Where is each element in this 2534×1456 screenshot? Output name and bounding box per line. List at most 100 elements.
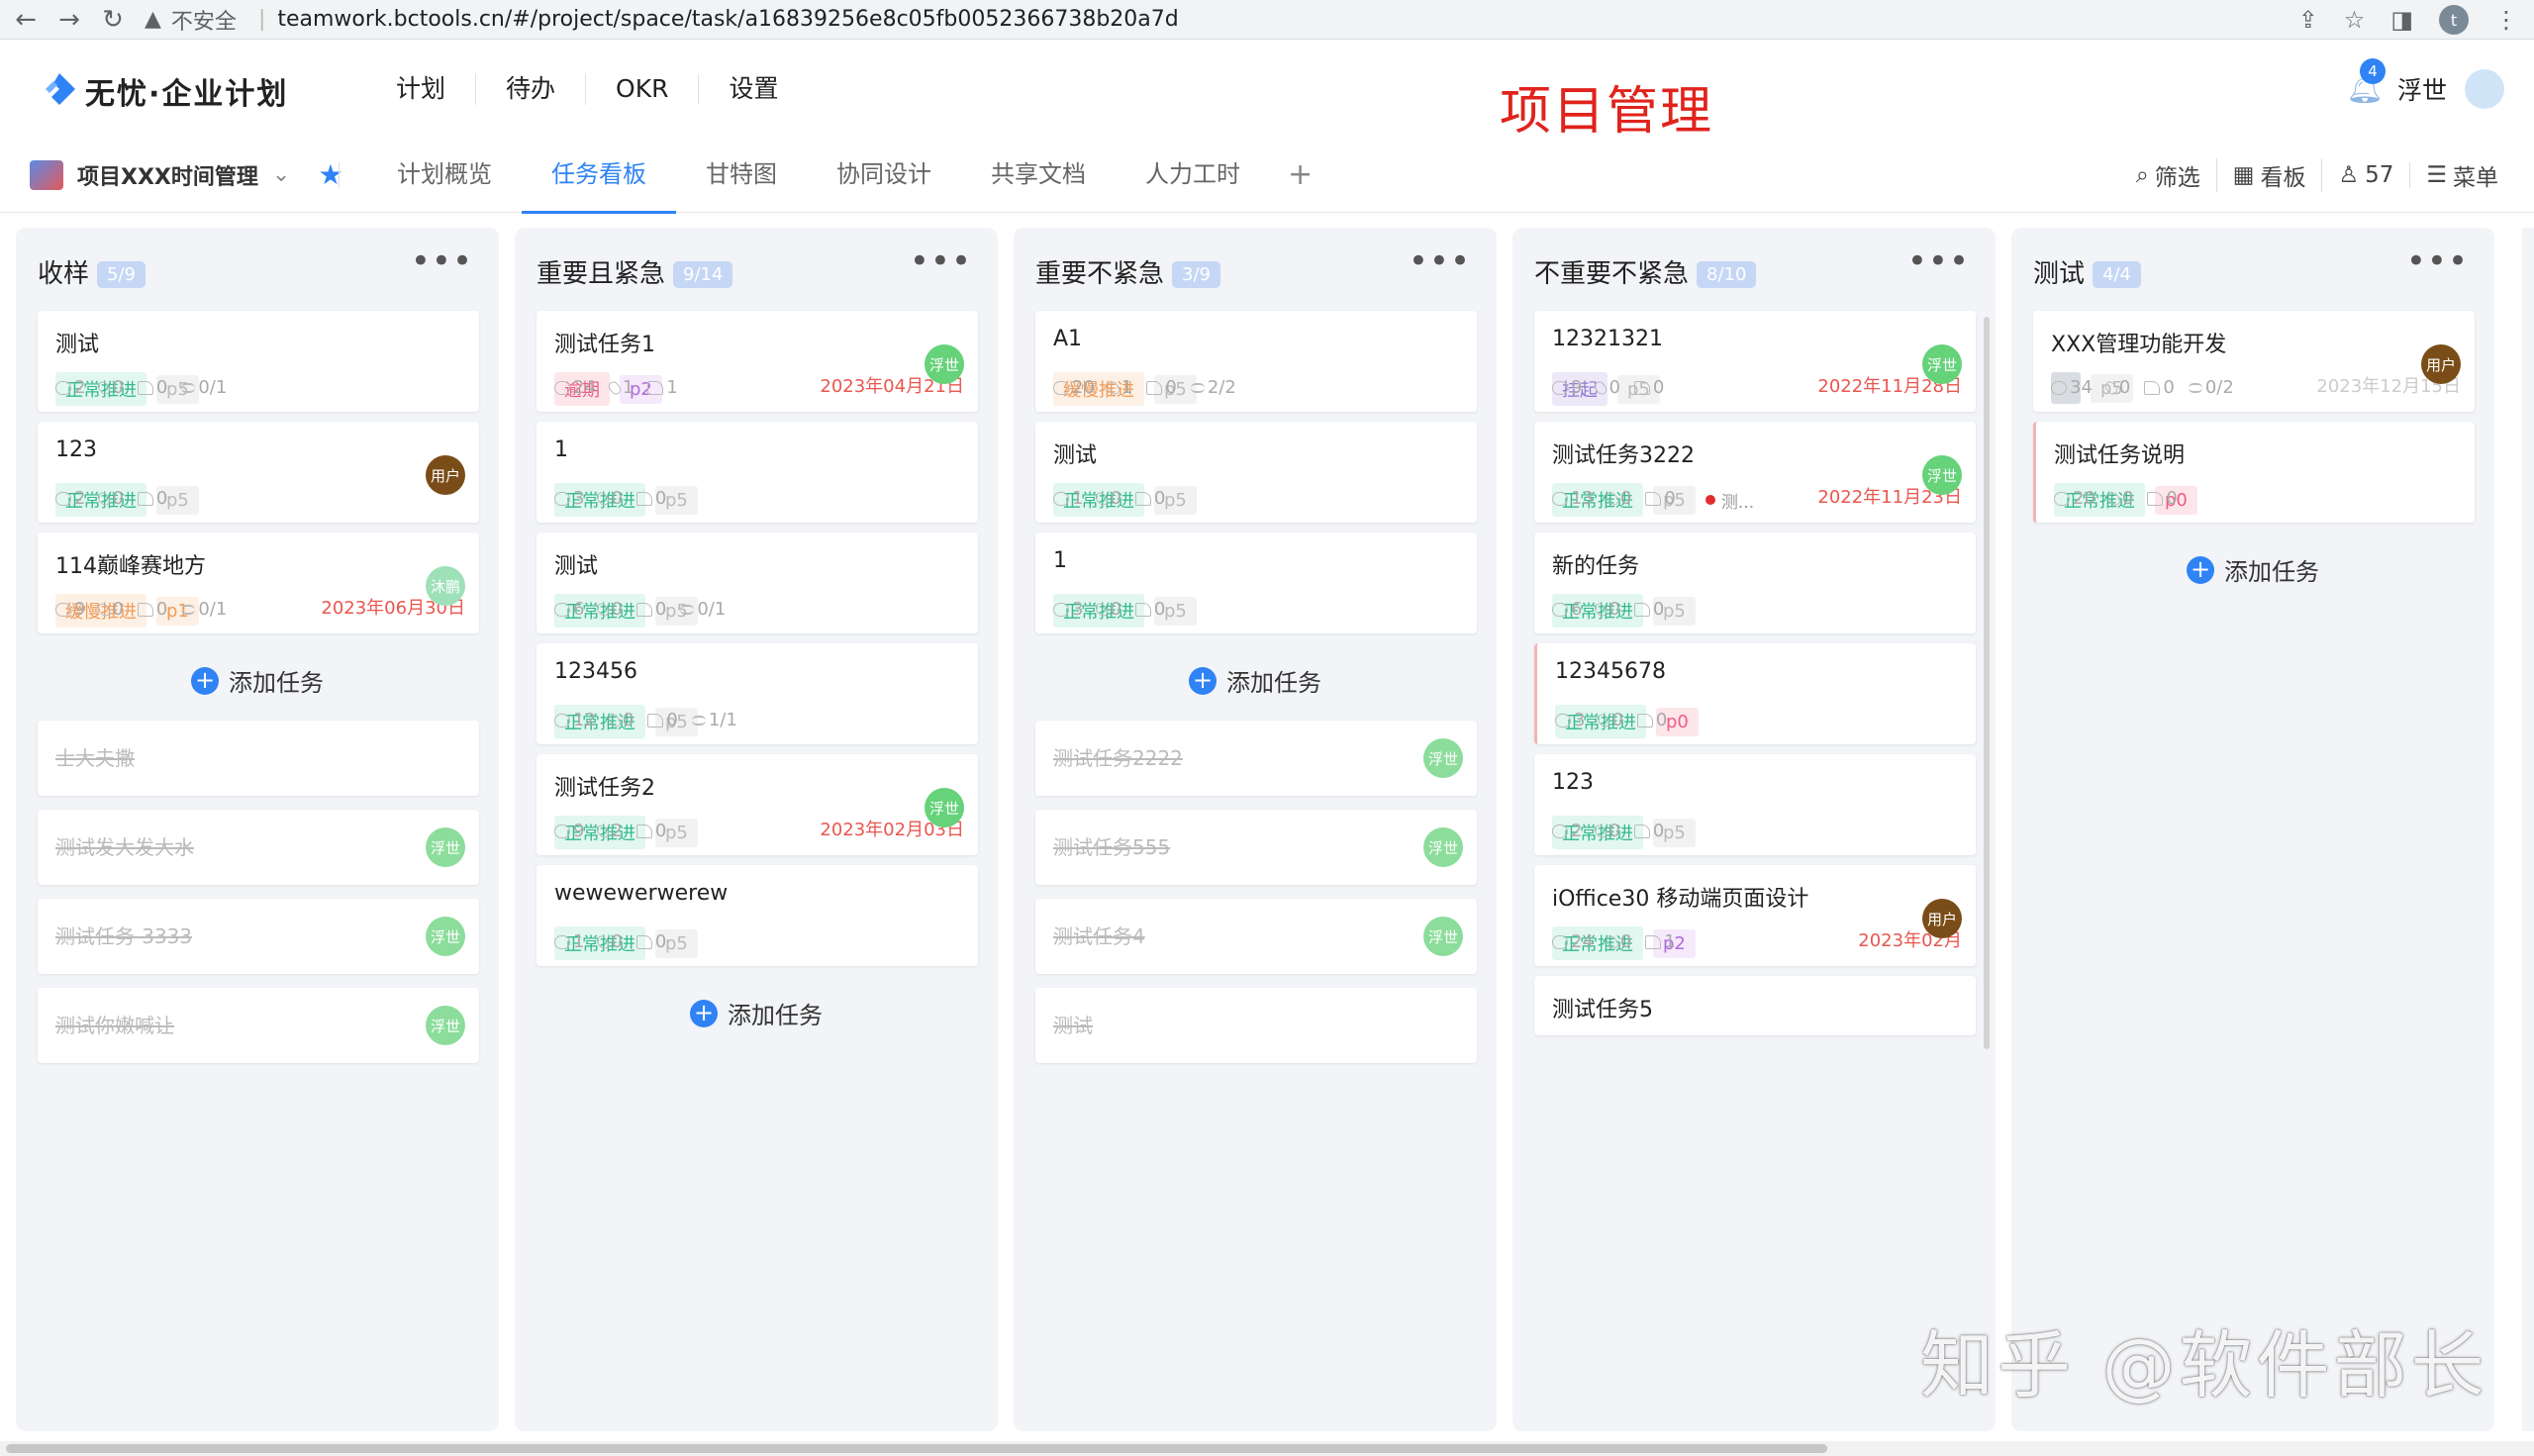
nav-plan[interactable]: 计划: [366, 73, 477, 105]
column-scrollbar[interactable]: [1984, 317, 1990, 1049]
nav-okr[interactable]: OKR: [586, 73, 700, 105]
tab-collab-design[interactable]: 协同设计: [807, 137, 961, 213]
tab-plan-overview[interactable]: 计划概览: [367, 137, 522, 213]
forward-icon[interactable]: →: [51, 2, 87, 38]
add-task-button[interactable]: + 添加任务: [1014, 663, 1497, 698]
top-nav: 计划 待办 OKR 设置: [366, 73, 809, 105]
assignee-avatar[interactable]: 浮世: [426, 1006, 465, 1045]
more-icon[interactable]: •••: [411, 242, 473, 281]
task-card[interactable]: 测试 正常推进 p5 1 0 0: [1035, 422, 1477, 523]
task-card[interactable]: 12345678 正常推进 p0 3 0 0: [1534, 643, 1976, 744]
assignee-avatar[interactable]: 用户: [2421, 344, 2461, 384]
completed-task-card[interactable]: 士大夫撒: [38, 721, 479, 796]
more-icon[interactable]: •••: [910, 242, 972, 281]
members-button[interactable]: ♙ 57: [2322, 162, 2411, 188]
assignee-avatar[interactable]: 浮世: [1423, 917, 1463, 956]
assignee-avatar[interactable]: 浮世: [925, 788, 964, 827]
comment-icon: [2054, 491, 2070, 506]
like-count: 0: [137, 377, 167, 398]
like-value: 0: [666, 710, 678, 730]
assignee-avatar[interactable]: 沐鹏: [426, 566, 465, 606]
completed-task-card[interactable]: 测试任务-3333 浮世: [38, 899, 479, 974]
share-icon[interactable]: ⇪: [2298, 6, 2318, 34]
project-selector[interactable]: 项目XXX时间管理 ⌄ ★: [30, 158, 342, 191]
assignee-avatar[interactable]: 用户: [426, 455, 465, 495]
project-icon: [30, 159, 63, 190]
more-icon[interactable]: •••: [1409, 242, 1471, 281]
task-card[interactable]: A1 缓慢推进 p5 20 1 0 2/2: [1035, 311, 1477, 412]
back-icon[interactable]: ←: [8, 2, 44, 38]
task-card[interactable]: wewewerwerew 正常推进 p5 1 0 0: [536, 865, 978, 966]
browser-menu-icon[interactable]: ⋮: [2494, 6, 2518, 34]
like-count: 0: [1134, 599, 1165, 620]
attachment-count: 1: [1105, 377, 1132, 398]
assignee-avatar[interactable]: 浮世: [1423, 827, 1463, 867]
assignee-avatar[interactable]: 用户: [1922, 899, 1962, 938]
filter-button[interactable]: ⌕ 筛选: [2120, 158, 2217, 192]
tab-gantt[interactable]: 甘特图: [676, 137, 807, 213]
like-value: 0: [654, 599, 667, 620]
add-tab-button[interactable]: +: [1270, 137, 1330, 213]
attachment-count: 0: [2102, 377, 2130, 398]
app-logo[interactable]: 无忧·企业计划: [40, 69, 288, 113]
task-card[interactable]: 测试任务3222 正常推进 p5 测... 13 0 0 2022年11月23日 浮世: [1534, 422, 1976, 523]
assignee-avatar[interactable]: 浮世: [1922, 344, 1962, 384]
nav-settings[interactable]: 设置: [699, 73, 808, 105]
task-card[interactable]: 1 正常推进 p5 3 0 0: [1035, 533, 1477, 633]
completed-task-card[interactable]: 测试发大发大水 浮世: [38, 810, 479, 885]
menu-button[interactable]: ☰ 菜单: [2410, 158, 2514, 192]
paperclip-icon: [1593, 600, 1609, 619]
assignee-avatar[interactable]: 浮世: [426, 917, 465, 956]
assignee-avatar[interactable]: 浮世: [1922, 455, 1962, 495]
view-button[interactable]: ▦ 看板: [2217, 158, 2323, 192]
add-task-button[interactable]: + 添加任务: [515, 996, 998, 1030]
add-task-button[interactable]: + 添加任务: [16, 663, 499, 698]
task-title: 测试: [554, 554, 599, 579]
bookmark-star-icon[interactable]: ☆: [2344, 6, 2366, 34]
like-value: 0: [2166, 488, 2178, 509]
reload-icon[interactable]: ↻: [95, 2, 131, 38]
completed-task-card[interactable]: 测试任务4 浮世: [1035, 899, 1477, 974]
tab-shared-docs[interactable]: 共享文档: [961, 137, 1116, 213]
user-name[interactable]: 浮世: [2397, 71, 2447, 107]
task-card[interactable]: 测试任务2 正常推进 p5 9 2 0 2023年02月03日 浮世: [536, 754, 978, 855]
task-card[interactable]: XXX管理功能开发 p5 34 0 0 0/2 2023年12月15日 用户: [2033, 311, 2475, 412]
scrollbar-thumb[interactable]: [6, 1444, 1827, 1453]
assignee-avatar[interactable]: 浮世: [426, 827, 465, 867]
task-card[interactable]: 新的任务 正常推进 p5 6 0 0: [1534, 533, 1976, 633]
bell-icon[interactable]: 🔔︎ 4: [2346, 58, 2386, 106]
tab-task-board[interactable]: 任务看板: [522, 137, 676, 214]
comment-count: 13: [1552, 488, 1594, 509]
task-card[interactable]: 测试 正常推进 p5 2 0 0 0/1: [38, 311, 479, 412]
completed-task-card[interactable]: 测试任务555 浮世: [1035, 810, 1477, 885]
horizontal-scrollbar[interactable]: [0, 1441, 2534, 1456]
task-card[interactable]: 114巅峰赛地方 缓慢推进 p1 9 0 0 0/1 2023年06月30日 沐鹏: [38, 533, 479, 633]
task-card[interactable]: 123 正常推进 p5 2 0 0 用户: [38, 422, 479, 523]
task-card[interactable]: 123 正常推进 p5 2 0 0: [1534, 754, 1976, 855]
task-card[interactable]: 1 正常推进 p5 3 0 0: [536, 422, 978, 523]
address-bar[interactable]: ▲ 不安全 | teamwork.bctools.cn/#/project/sp…: [145, 0, 1179, 40]
profile-avatar[interactable]: t: [2439, 5, 2469, 35]
more-icon[interactable]: •••: [1907, 242, 1970, 281]
more-icon[interactable]: •••: [2406, 242, 2469, 281]
add-task-button[interactable]: + 添加任务: [2011, 552, 2494, 587]
task-card[interactable]: 12321321 挂起 p5 9 0 0 2022年11月28日 浮世: [1534, 311, 1976, 412]
task-card[interactable]: 测试任务1 逾期 p2 24 1 1 2023年04月21日 浮世: [536, 311, 978, 412]
completed-task-card[interactable]: 测试任务2222 浮世: [1035, 721, 1477, 796]
completed-task-card[interactable]: 测试: [1035, 988, 1477, 1063]
checklist-count: 2/2: [1190, 377, 1236, 398]
completed-task-title: 测试任务4: [1053, 924, 1145, 948]
completed-task-card[interactable]: 测试你嫩喊让 浮世: [38, 988, 479, 1063]
assignee-avatar[interactable]: 浮世: [1423, 738, 1463, 778]
user-avatar[interactable]: [2465, 69, 2504, 109]
task-card[interactable]: 测试任务说明 正常推进 p0 20 0 0: [2033, 422, 2475, 523]
comment-value: 1: [1072, 488, 1084, 509]
sidebar-icon[interactable]: ◨: [2390, 6, 2413, 34]
task-card[interactable]: 123456 正常推进 p5 12 0 0 1/1: [536, 643, 978, 744]
task-card[interactable]: 测试 正常推进 p5 6 0 0 0/1: [536, 533, 978, 633]
task-card[interactable]: 测试任务5: [1534, 976, 1976, 1035]
nav-todo[interactable]: 待办: [476, 73, 587, 105]
task-card[interactable]: iOffice30 移动端页面设计 正常推进 p2 24 0 1 2023年02月 用户: [1534, 865, 1976, 966]
tab-man-hours[interactable]: 人力工时: [1116, 137, 1270, 213]
assignee-avatar[interactable]: 浮世: [925, 344, 964, 384]
